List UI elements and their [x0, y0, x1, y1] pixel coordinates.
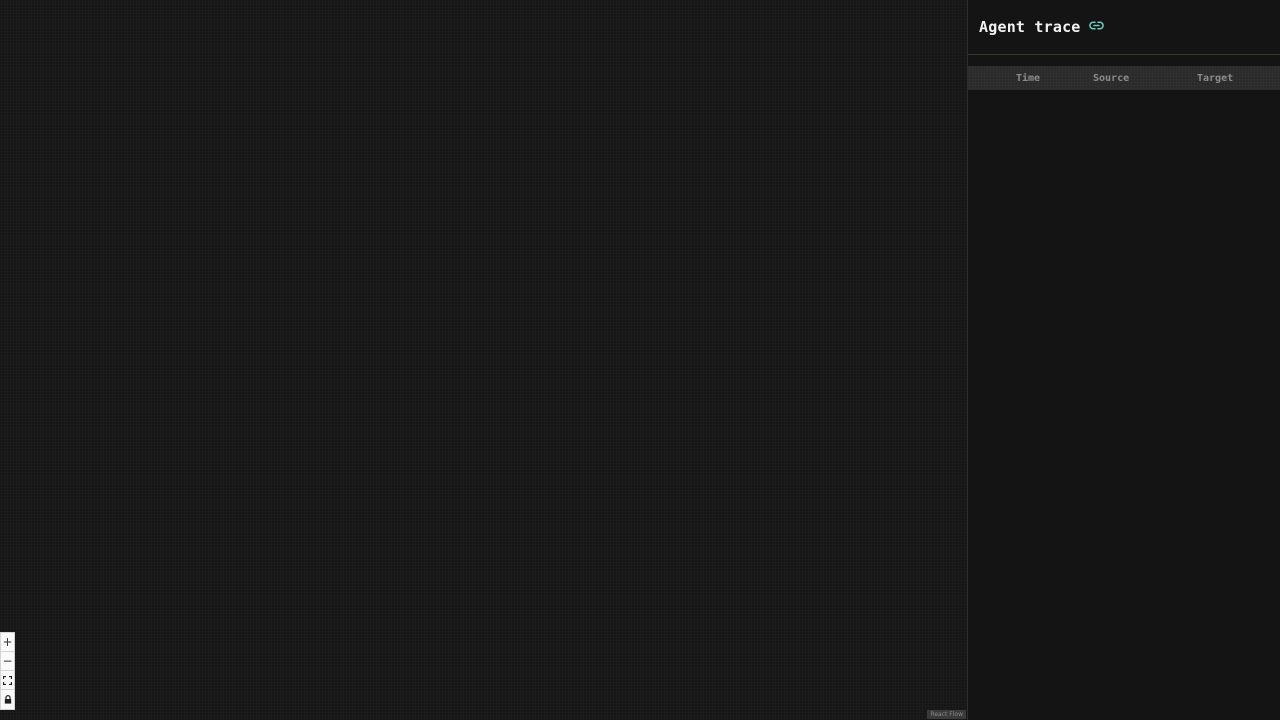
lock-icon	[4, 695, 11, 704]
zoom-out-button[interactable]: −	[1, 652, 14, 671]
agent-trace-panel: Agent trace Time Source Target	[967, 0, 1280, 720]
fit-view-icon	[3, 675, 12, 685]
fit-view-button[interactable]	[1, 671, 14, 690]
column-header-time[interactable]: Time	[1016, 73, 1040, 84]
app: + − React Flow Agent trace Time Source T…	[0, 0, 1280, 720]
flow-canvas[interactable]: + − React Flow	[0, 0, 967, 720]
canvas-controls: + −	[0, 632, 15, 710]
trace-table-body	[968, 90, 1280, 720]
attribution-link[interactable]: React Flow	[927, 710, 966, 719]
link-icon[interactable]	[1088, 20, 1104, 30]
column-header-source[interactable]: Source	[1093, 73, 1129, 84]
panel-header: Agent trace	[968, 0, 1280, 55]
zoom-in-button[interactable]: +	[1, 633, 14, 652]
column-header-target[interactable]: Target	[1197, 73, 1233, 84]
trace-table-header: Time Source Target	[968, 66, 1280, 90]
panel-title: Agent trace	[979, 18, 1081, 36]
lock-button[interactable]	[1, 690, 14, 709]
